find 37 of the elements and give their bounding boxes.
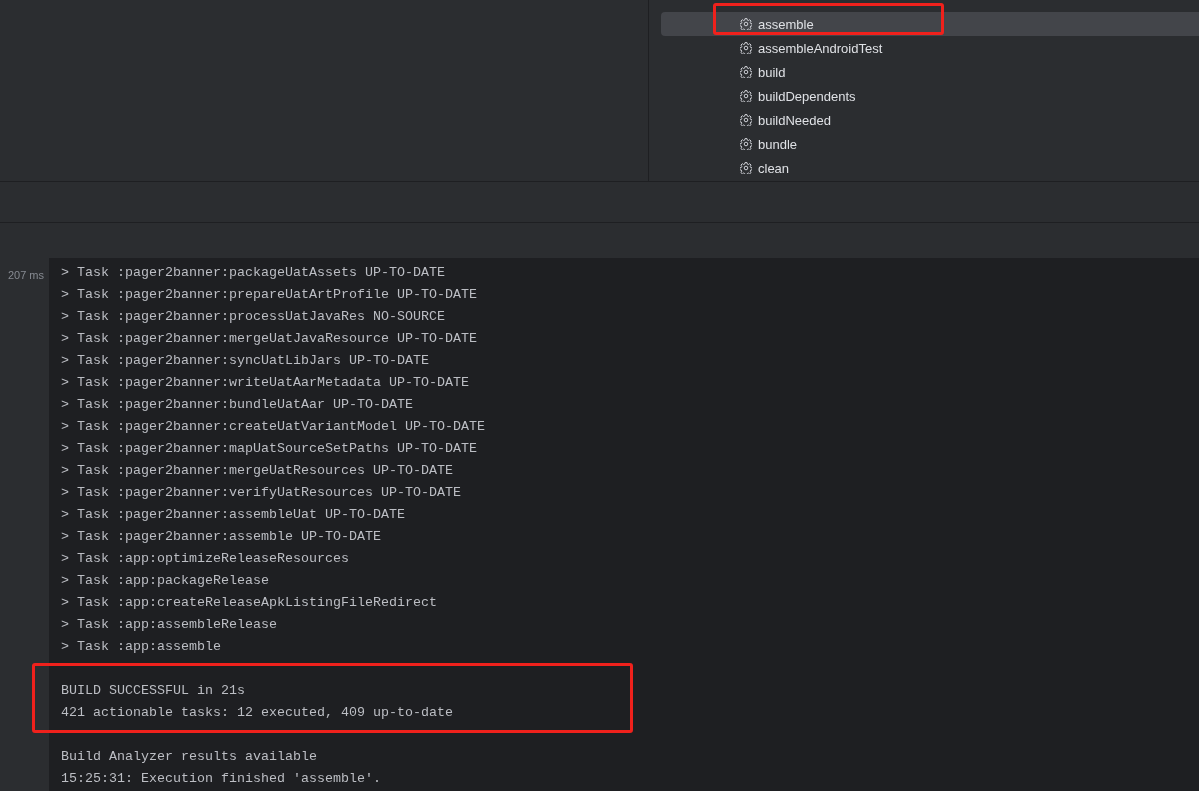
- console-line: BUILD SUCCESSFUL in 21s: [61, 682, 245, 700]
- console-line: > Task :pager2banner:assembleUat UP-TO-DATE: [61, 506, 405, 524]
- console-line: > Task :pager2banner:writeUatAarMetadata UP-TO-DATE: [61, 374, 469, 392]
- gear-icon: [740, 66, 752, 78]
- console-line: > Task :pager2banner:mergeUatJavaResource UP-TO-DATE: [61, 330, 477, 348]
- console-line: > Task :pager2banner:assemble UP-TO-DATE: [61, 528, 381, 546]
- gradle-task-item[interactable]: buildDependents: [661, 84, 1199, 108]
- console-line: Build Analyzer results available: [61, 748, 317, 766]
- console-line: > Task :pager2banner:processUatJavaRes NO-SOURCE: [61, 308, 445, 326]
- gradle-task-item[interactable]: build: [661, 60, 1199, 84]
- console-line: > Task :app:assemble: [61, 638, 221, 656]
- gear-icon: [740, 90, 752, 102]
- gear-icon: [740, 162, 752, 174]
- console-line: > Task :app:createReleaseApkListingFileRedirect: [61, 594, 437, 612]
- console-line: > Task :pager2banner:verifyUatResources UP-TO-DATE: [61, 484, 461, 502]
- gradle-task-item[interactable]: assemble: [661, 12, 1199, 36]
- gradle-task-item[interactable]: bundle: [661, 132, 1199, 156]
- console-line: > Task :pager2banner:packageUatAssets UP-TO-DATE: [61, 264, 445, 282]
- console-line: 15:25:31: Execution finished 'assemble'.: [61, 770, 381, 788]
- console-line: > Task :app:packageRelease: [61, 572, 269, 590]
- console-line: 421 actionable tasks: 12 executed, 409 up-to-date: [61, 704, 453, 722]
- console-line: > Task :app:assembleRelease: [61, 616, 277, 634]
- gear-icon: [740, 18, 752, 30]
- console-line: > Task :app:optimizeReleaseResources: [61, 550, 349, 568]
- duration-label: 207 ms: [7, 268, 44, 282]
- gradle-task-item[interactable]: assembleAndroidTest: [661, 36, 1199, 60]
- gear-icon: [740, 42, 752, 54]
- gear-icon: [740, 114, 752, 126]
- console-line: > Task :pager2banner:mapUatSourceSetPaths UP-TO-DATE: [61, 440, 477, 458]
- console-line: > Task :pager2banner:bundleUatAar UP-TO-DATE: [61, 396, 413, 414]
- gradle-task-item[interactable]: clean: [661, 156, 1199, 180]
- console-line: > Task :pager2banner:prepareUatArtProfile UP-TO-DATE: [61, 286, 477, 304]
- console-line: > Task :pager2banner:syncUatLibJars UP-TO-DATE: [61, 352, 429, 370]
- gradle-task-item[interactable]: buildNeeded: [661, 108, 1199, 132]
- console-line: > Task :pager2banner:createUatVariantModel UP-TO-DATE: [61, 418, 485, 436]
- console-line: > Task :pager2banner:mergeUatResources UP-TO-DATE: [61, 462, 453, 480]
- gear-icon: [740, 138, 752, 150]
